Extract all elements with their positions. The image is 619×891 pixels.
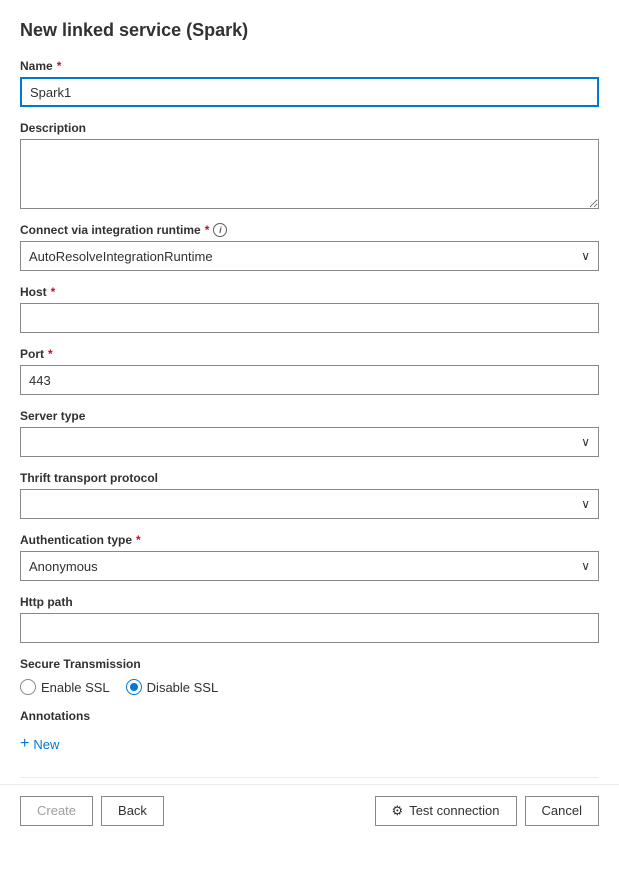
new-annotation-label: New — [33, 737, 59, 752]
thrift-label: Thrift transport protocol — [20, 471, 599, 485]
thrift-field-group: Thrift transport protocol ∨ — [20, 471, 599, 519]
server-type-label: Server type — [20, 409, 599, 423]
cancel-button[interactable]: Cancel — [525, 796, 599, 826]
plus-icon: + — [20, 735, 29, 753]
footer: Create Back ⚙ Test connection Cancel — [0, 784, 619, 836]
footer-right: ⚙ Test connection Cancel — [375, 796, 599, 826]
annotations-section: Annotations + New — [20, 709, 599, 757]
test-connection-label: Test connection — [409, 803, 499, 818]
disable-ssl-radio[interactable] — [126, 679, 142, 695]
ir-required-star: * — [205, 223, 210, 237]
divider — [20, 777, 599, 778]
ir-info-icon[interactable]: i — [213, 223, 227, 237]
port-label: Port * — [20, 347, 599, 361]
disable-ssl-label: Disable SSL — [147, 680, 219, 695]
auth-required-star: * — [136, 533, 141, 547]
server-type-field-group: Server type ∨ — [20, 409, 599, 457]
http-path-label: Http path — [20, 595, 599, 609]
description-input[interactable] — [20, 139, 599, 209]
port-required-star: * — [48, 347, 53, 361]
host-field-group: Host * — [20, 285, 599, 333]
server-type-dropdown[interactable]: ∨ — [20, 427, 599, 457]
secure-label: Secure Transmission — [20, 657, 599, 671]
server-type-dropdown-arrow-icon: ∨ — [581, 435, 590, 449]
name-field-group: Name * — [20, 59, 599, 107]
back-button[interactable]: Back — [101, 796, 164, 826]
page-title: New linked service (Spark) — [20, 20, 599, 41]
host-input[interactable] — [20, 303, 599, 333]
integration-runtime-field-group: Connect via integration runtime * i Auto… — [20, 223, 599, 271]
auth-field-group: Authentication type * Anonymous ∨ — [20, 533, 599, 581]
http-path-field-group: Http path — [20, 595, 599, 643]
thrift-dropdown[interactable]: ∨ — [20, 489, 599, 519]
port-input[interactable] — [20, 365, 599, 395]
new-annotation-button[interactable]: + New — [20, 731, 599, 757]
port-field-group: Port * — [20, 347, 599, 395]
name-required-star: * — [57, 59, 62, 73]
integration-runtime-label: Connect via integration runtime * i — [20, 223, 599, 237]
test-connection-icon: ⚙ — [392, 803, 404, 819]
name-label: Name * — [20, 59, 599, 73]
test-connection-button[interactable]: ⚙ Test connection — [375, 796, 517, 826]
create-button[interactable]: Create — [20, 796, 93, 826]
annotations-label: Annotations — [20, 709, 599, 723]
ir-dropdown-arrow-icon: ∨ — [581, 249, 590, 263]
ssl-radio-group: Enable SSL Disable SSL — [20, 679, 599, 695]
enable-ssl-label: Enable SSL — [41, 680, 110, 695]
auth-dropdown-arrow-icon: ∨ — [581, 559, 590, 573]
http-path-input[interactable] — [20, 613, 599, 643]
secure-transmission-group: Secure Transmission Enable SSL Disable S… — [20, 657, 599, 695]
description-field-group: Description — [20, 121, 599, 209]
integration-runtime-dropdown[interactable]: AutoResolveIntegrationRuntime ∨ — [20, 241, 599, 271]
disable-ssl-option[interactable]: Disable SSL — [126, 679, 219, 695]
auth-label: Authentication type * — [20, 533, 599, 547]
disable-ssl-radio-inner — [130, 683, 138, 691]
enable-ssl-option[interactable]: Enable SSL — [20, 679, 110, 695]
description-label: Description — [20, 121, 599, 135]
host-required-star: * — [51, 285, 56, 299]
name-input[interactable] — [20, 77, 599, 107]
thrift-dropdown-arrow-icon: ∨ — [581, 497, 590, 511]
enable-ssl-radio[interactable] — [20, 679, 36, 695]
host-label: Host * — [20, 285, 599, 299]
auth-dropdown[interactable]: Anonymous ∨ — [20, 551, 599, 581]
